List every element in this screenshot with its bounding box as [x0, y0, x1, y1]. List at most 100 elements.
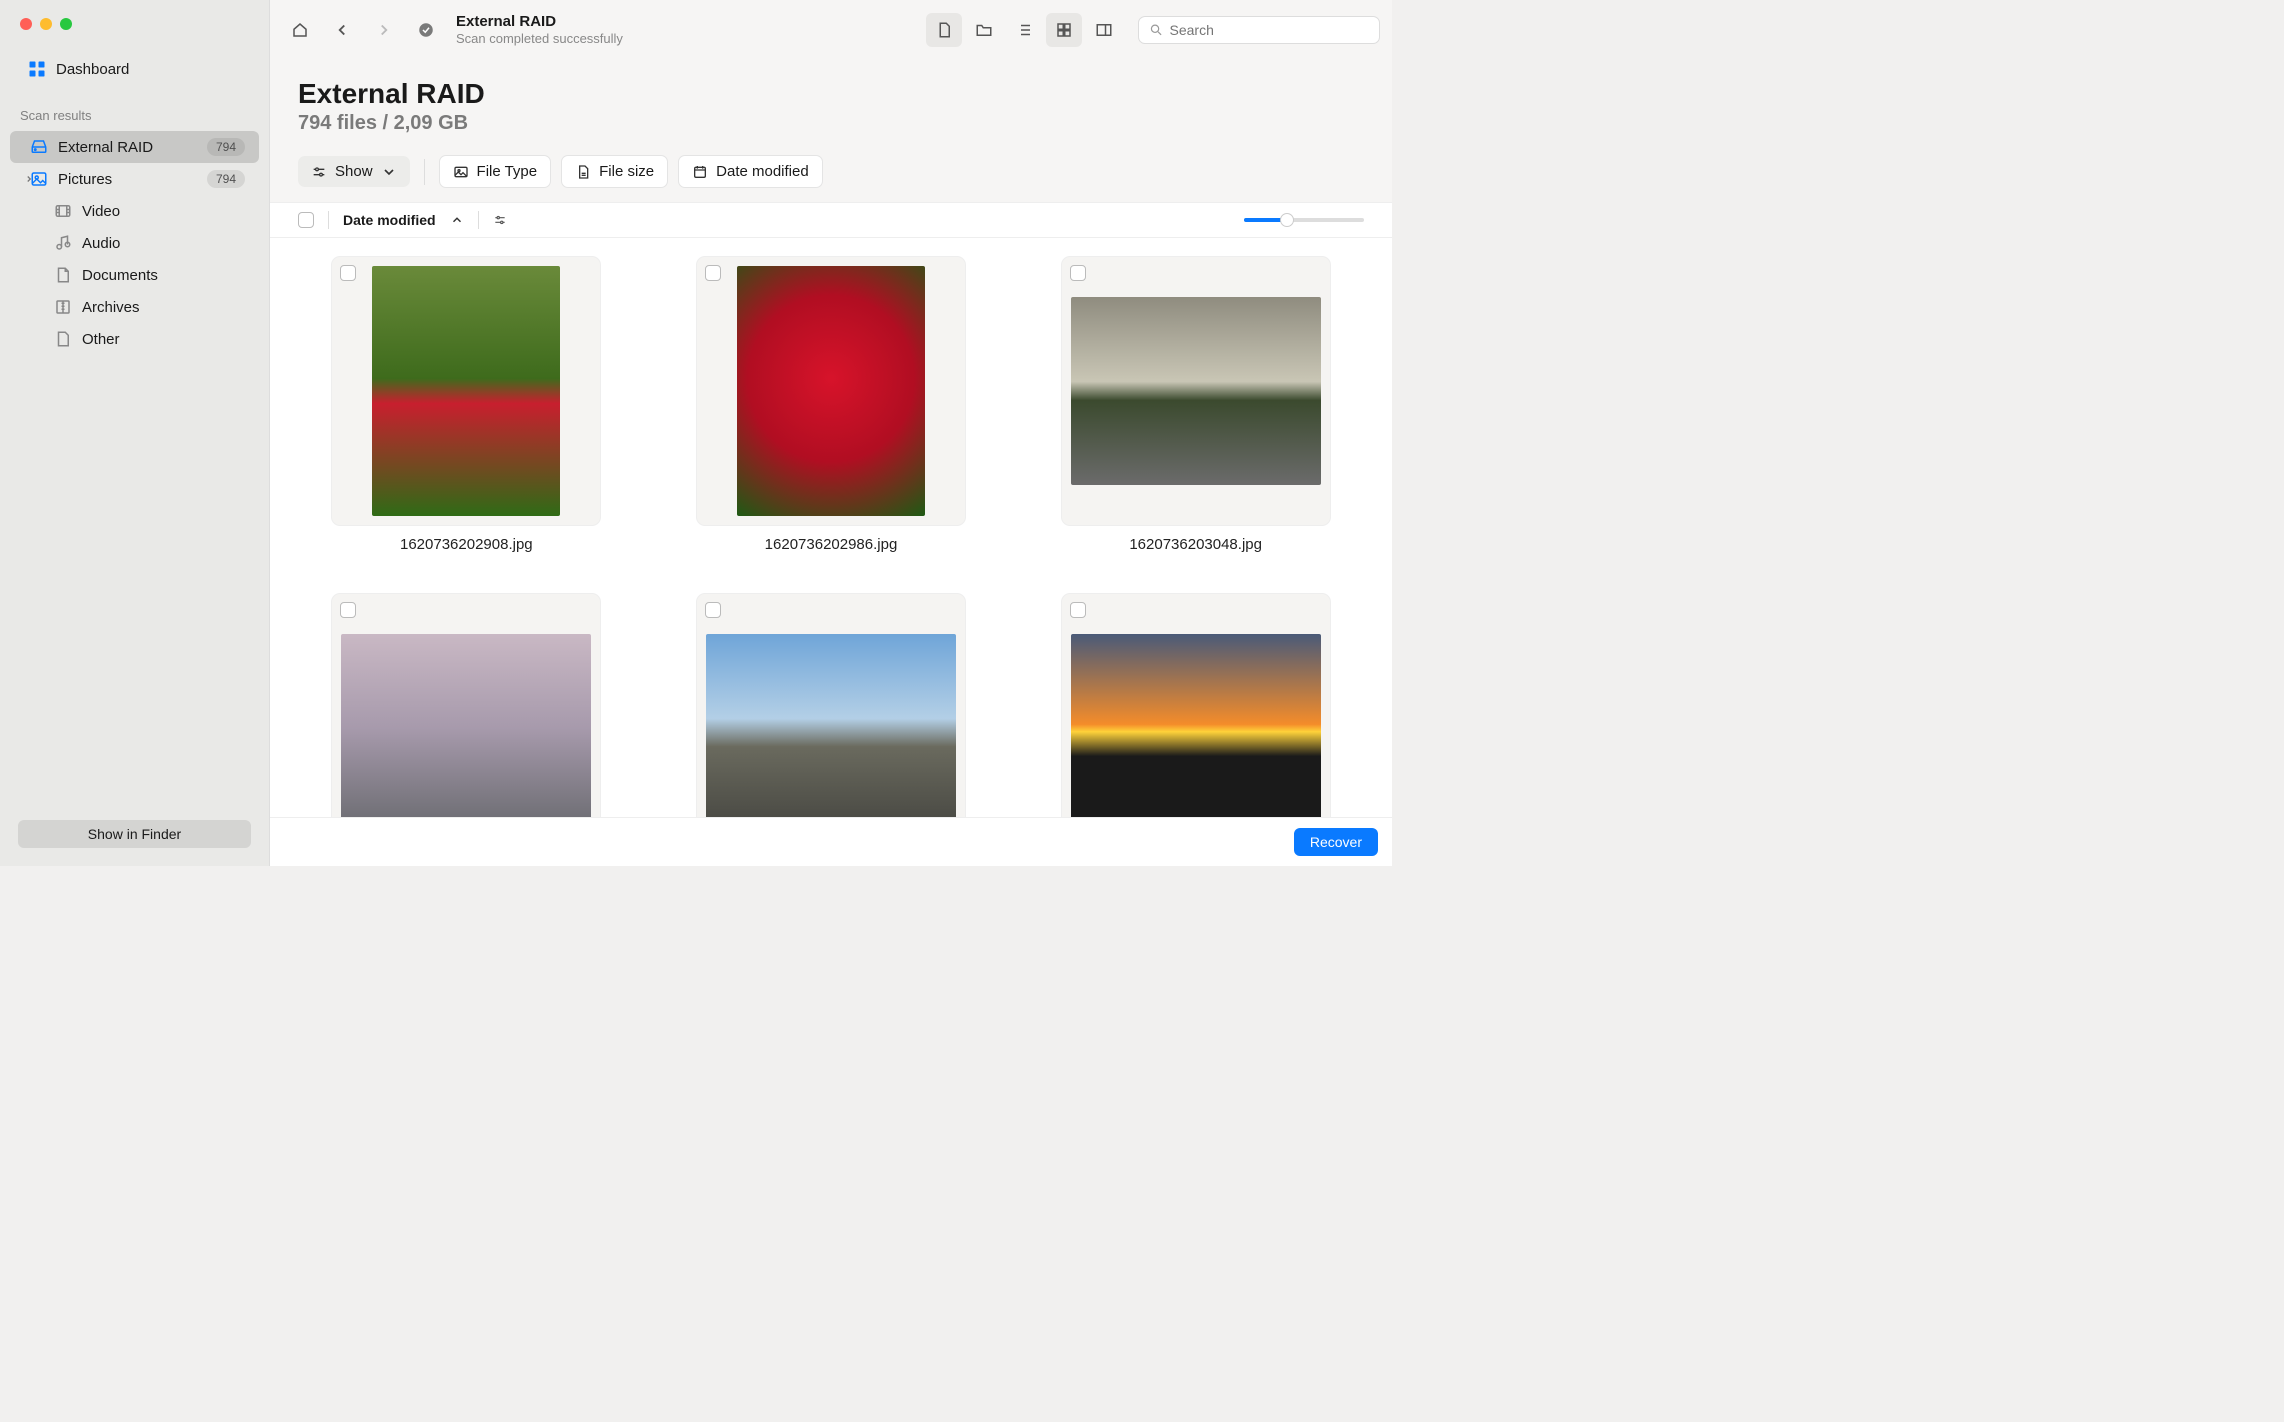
close-window-button[interactable] — [20, 18, 32, 30]
list-icon — [1015, 21, 1033, 39]
window-controls — [0, 0, 269, 50]
filter-file-size-button[interactable]: File size — [561, 155, 668, 188]
file-checkbox[interactable] — [1070, 265, 1086, 281]
sidebar-item-other[interactable]: Other — [10, 323, 259, 355]
zoom-knob[interactable] — [1280, 213, 1294, 227]
file-grid: 1620736202908.jpg 1620736202986.jpg 162073… — [270, 238, 1392, 817]
filter-label: File size — [599, 163, 654, 180]
sort-label[interactable]: Date modified — [343, 212, 436, 228]
sidebar-item-badge: 794 — [207, 138, 245, 156]
file-thumbnail[interactable] — [331, 256, 601, 526]
recover-button[interactable]: Recover — [1294, 828, 1378, 856]
view-mode-group — [926, 13, 1122, 47]
view-grid-button[interactable] — [1046, 13, 1082, 47]
sidebar-item-label: Video — [82, 203, 120, 220]
file-checkbox[interactable] — [1070, 602, 1086, 618]
check-circle-icon — [417, 21, 435, 39]
calendar-icon — [692, 164, 708, 180]
page-stats: 794 files / 2,09 GB — [298, 112, 1364, 135]
divider — [478, 211, 479, 229]
file-name: 1620736202986.jpg — [765, 536, 898, 553]
filter-file-type-button[interactable]: File Type — [439, 155, 552, 188]
back-button[interactable] — [324, 13, 360, 47]
file-image — [737, 266, 925, 516]
columns-icon — [1095, 21, 1113, 39]
sidebar-item-label: Documents — [82, 267, 158, 284]
folder-icon — [975, 21, 993, 39]
view-columns-button[interactable] — [1086, 13, 1122, 47]
sidebar-item-pictures[interactable]: Pictures 794 — [10, 163, 259, 195]
sidebar-item-badge: 794 — [207, 170, 245, 188]
file-card[interactable]: 1620736202986.jpg — [663, 256, 1000, 553]
footer: Recover — [270, 817, 1392, 866]
filter-label: Date modified — [716, 163, 809, 180]
file-thumbnail[interactable] — [1061, 593, 1331, 817]
file-name: 1620736202908.jpg — [400, 536, 533, 553]
file-name: 1620736203048.jpg — [1129, 536, 1262, 553]
sidebar-item-label: Audio — [82, 235, 120, 252]
file-thumbnail[interactable] — [1061, 256, 1331, 526]
topbar-subtitle: Scan completed successfully — [456, 31, 623, 48]
file-image — [1071, 297, 1321, 485]
forward-button[interactable] — [366, 13, 402, 47]
file-thumbnail[interactable] — [696, 593, 966, 817]
topbar-title: External RAID — [456, 12, 623, 32]
sidebar-item-audio[interactable]: Audio — [10, 227, 259, 259]
file-card[interactable] — [298, 593, 635, 817]
fullscreen-window-button[interactable] — [60, 18, 72, 30]
search-icon — [1149, 22, 1164, 38]
dashboard-icon — [28, 60, 46, 78]
file-thumbnail[interactable] — [331, 593, 601, 817]
divider — [328, 211, 329, 229]
chevron-right-icon — [375, 21, 393, 39]
minimize-window-button[interactable] — [40, 18, 52, 30]
sidebar-item-label: Archives — [82, 299, 140, 316]
sidebar-item-archives[interactable]: Archives — [10, 291, 259, 323]
sliders-icon[interactable] — [493, 213, 507, 227]
file-icon — [935, 21, 953, 39]
file-image — [1071, 634, 1321, 817]
file-card[interactable]: 1620736203048.jpg — [1027, 256, 1364, 553]
page-header: External RAID 794 files / 2,09 GB — [270, 60, 1392, 135]
topbar: External RAID Scan completed successfull… — [270, 0, 1392, 60]
picture-icon — [453, 164, 469, 180]
home-icon — [291, 21, 309, 39]
file-icon — [575, 164, 591, 180]
sort-bar: Date modified — [270, 203, 1392, 238]
filter-label: File Type — [477, 163, 538, 180]
file-card[interactable] — [1027, 593, 1364, 817]
page-title: External RAID — [298, 78, 1364, 110]
sidebar-item-video[interactable]: Video — [10, 195, 259, 227]
file-image — [706, 634, 956, 817]
file-checkbox[interactable] — [705, 602, 721, 618]
file-checkbox[interactable] — [340, 265, 356, 281]
view-list-button[interactable] — [1006, 13, 1042, 47]
chevron-up-icon[interactable] — [450, 213, 464, 227]
home-button[interactable] — [282, 13, 318, 47]
search-input[interactable] — [1170, 22, 1369, 38]
sidebar-item-documents[interactable]: Documents — [10, 259, 259, 291]
sidebar: Dashboard Scan results External RAID 794… — [0, 0, 270, 866]
filter-label: Show — [335, 163, 373, 180]
archive-icon — [54, 298, 72, 316]
chevron-down-icon — [381, 164, 397, 180]
show-in-finder-button[interactable]: Show in Finder — [18, 820, 251, 848]
select-all-checkbox[interactable] — [298, 212, 314, 228]
search-box[interactable] — [1138, 16, 1380, 44]
grid-icon — [1055, 21, 1073, 39]
view-folders-button[interactable] — [966, 13, 1002, 47]
sidebar-item-external-raid[interactable]: External RAID 794 — [10, 131, 259, 163]
file-checkbox[interactable] — [340, 602, 356, 618]
zoom-slider[interactable] — [1244, 218, 1364, 222]
sidebar-item-label: Other — [82, 331, 120, 348]
file-card[interactable] — [663, 593, 1000, 817]
file-thumbnail[interactable] — [696, 256, 966, 526]
file-checkbox[interactable] — [705, 265, 721, 281]
view-files-button[interactable] — [926, 13, 962, 47]
dashboard-label: Dashboard — [56, 61, 129, 78]
file-card[interactable]: 1620736202908.jpg — [298, 256, 635, 553]
filter-date-modified-button[interactable]: Date modified — [678, 155, 823, 188]
dashboard-nav[interactable]: Dashboard — [0, 50, 269, 88]
topbar-title-block: External RAID Scan completed successfull… — [456, 12, 623, 48]
filter-show-button[interactable]: Show — [298, 156, 410, 187]
